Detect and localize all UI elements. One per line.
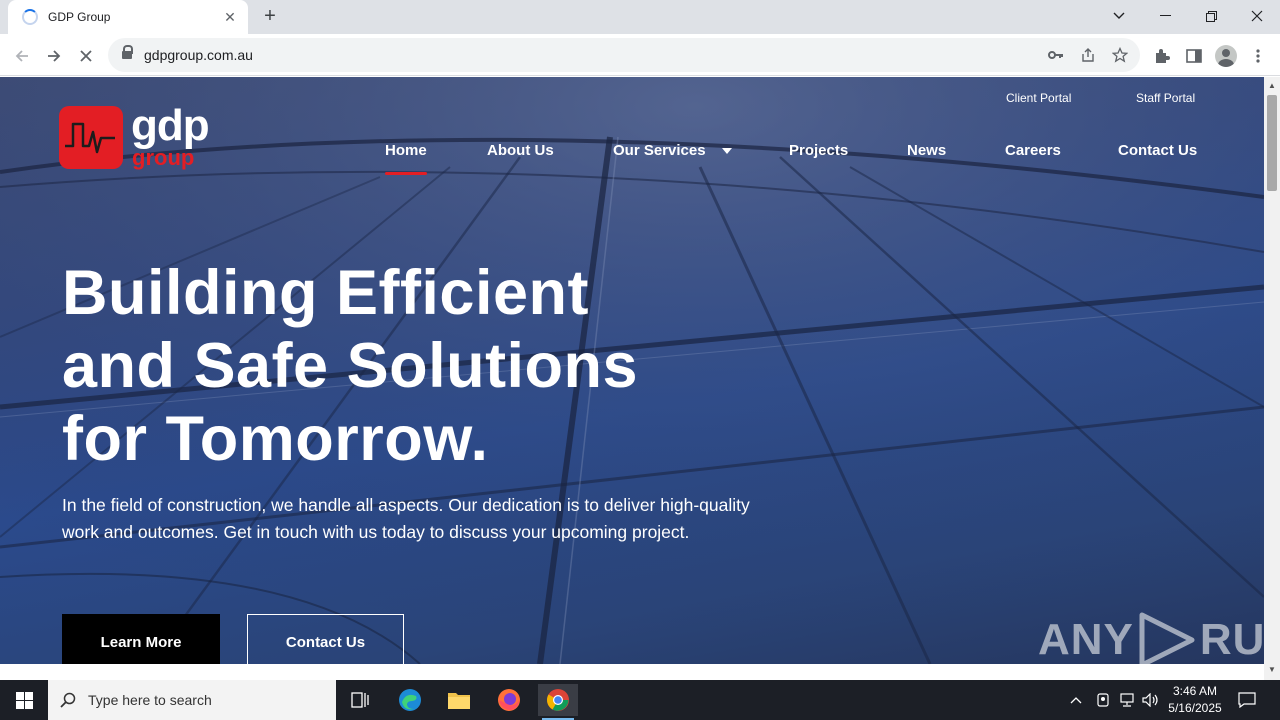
nav-item-label: Our Services — [613, 142, 706, 159]
chrome-icon — [547, 689, 569, 711]
learn-more-button[interactable]: Learn More — [62, 614, 220, 664]
logo-mark-icon — [59, 106, 123, 169]
scroll-down-arrow-icon[interactable]: ▼ — [1264, 663, 1280, 677]
firefox-taskbar-button[interactable] — [489, 684, 529, 716]
url-text[interactable]: gdpgroup.com.au — [144, 47, 253, 63]
clock-time: 3:46 AM — [1172, 684, 1218, 698]
extensions-puzzle-icon[interactable] — [1149, 43, 1175, 69]
hero-title: Building Efficient and Safe Solutions fo… — [62, 257, 762, 476]
browser-tab[interactable]: GDP Group ✕ — [8, 0, 248, 34]
file-explorer-taskbar-button[interactable] — [439, 684, 479, 716]
notification-center-button[interactable] — [1238, 680, 1256, 720]
play-triangle-icon — [1139, 612, 1195, 664]
browser-toolbar: gdpgroup.com.au — [0, 34, 1280, 76]
windows-logo-icon — [15, 691, 33, 709]
share-icon[interactable] — [1076, 43, 1100, 67]
side-panel-icon[interactable] — [1181, 43, 1207, 69]
meet-now-icon[interactable] — [1096, 680, 1110, 720]
nav-item-our-services[interactable]: Our Services — [613, 142, 732, 159]
taskbar-search-box[interactable]: Type here to search — [48, 680, 336, 720]
nav-item-label: Careers — [1005, 142, 1061, 159]
chrome-taskbar-button[interactable] — [538, 684, 578, 720]
avatar-icon — [1215, 45, 1237, 67]
task-view-icon — [351, 692, 369, 708]
scrollbar-thumb[interactable] — [1267, 95, 1277, 191]
anyrun-watermark: ANY RUN — [1038, 610, 1264, 664]
task-view-button[interactable] — [340, 684, 380, 716]
search-icon — [60, 692, 76, 708]
logo-subtext: group — [132, 145, 195, 170]
tab-close-icon[interactable]: ✕ — [222, 9, 238, 26]
nav-item-label: Projects — [789, 142, 849, 159]
hero-title-line: for Tomorrow. — [62, 404, 489, 474]
nav-item-contact-us[interactable]: Contact Us — [1118, 142, 1197, 159]
firefox-icon — [498, 689, 520, 711]
browser-menu-icon[interactable] — [1245, 43, 1271, 69]
chevron-up-icon — [1070, 697, 1082, 704]
logo-text: gdp — [131, 101, 210, 150]
folder-icon — [448, 693, 470, 709]
nav-item-news[interactable]: News — [907, 142, 946, 159]
browser-tab-strip: GDP Group ✕ + — [0, 0, 1280, 34]
watermark-left-text: ANY — [1038, 615, 1134, 664]
key-icon[interactable] — [1044, 43, 1068, 67]
hero-description: In the field of construction, we handle … — [62, 495, 750, 542]
nav-item-label: Contact Us — [1118, 142, 1198, 159]
gdp-group-logo[interactable]: gdp group — [59, 102, 219, 176]
show-hidden-icons-button[interactable] — [1070, 680, 1082, 720]
minimize-button[interactable] — [1142, 0, 1188, 32]
edge-taskbar-button[interactable] — [390, 684, 430, 716]
taskbar-clock[interactable]: 3:46 AM 5/16/2025 — [1160, 683, 1230, 717]
clock-date: 5/16/2025 — [1168, 701, 1222, 715]
stop-loading-button[interactable] — [73, 43, 99, 69]
close-window-button[interactable] — [1234, 0, 1280, 32]
tab-search-chevron-icon[interactable] — [1096, 0, 1142, 32]
windows-taskbar: Type here to search 3:46 AM 5/16/2025 — [0, 680, 1280, 720]
nav-item-projects[interactable]: Projects — [789, 142, 848, 159]
hero-title-line: Building Efficient — [62, 258, 589, 328]
page-scrollbar[interactable]: ▲ ▼ — [1264, 77, 1280, 680]
bookmark-star-icon[interactable] — [1108, 43, 1132, 67]
edge-icon — [399, 689, 421, 711]
start-button[interactable] — [0, 680, 48, 720]
search-placeholder: Type here to search — [88, 692, 212, 708]
restore-button[interactable] — [1188, 0, 1234, 32]
nav-item-label: News — [907, 142, 947, 159]
address-bar[interactable]: gdpgroup.com.au — [108, 38, 1140, 72]
web-page: gdp group Client Portal Staff Portal Hom… — [0, 77, 1264, 664]
hero-title-line: and Safe Solutions — [62, 331, 639, 401]
nav-item-label: About Us — [487, 142, 554, 159]
scroll-up-arrow-icon[interactable]: ▲ — [1264, 79, 1280, 93]
forward-button[interactable] — [41, 43, 67, 69]
volume-icon[interactable] — [1142, 680, 1160, 720]
nav-item-home[interactable]: Home — [385, 142, 427, 175]
client-portal-link[interactable]: Client Portal — [1006, 91, 1071, 105]
dropdown-caret-icon — [721, 148, 732, 155]
nav-item-label: Home — [385, 142, 427, 159]
new-tab-button[interactable]: + — [258, 5, 282, 29]
network-icon[interactable] — [1118, 680, 1136, 720]
lock-icon[interactable] — [122, 45, 133, 60]
watermark-right-text: RUN — [1199, 615, 1264, 664]
nav-item-careers[interactable]: Careers — [1005, 142, 1061, 159]
active-nav-indicator — [385, 172, 427, 175]
tab-title: GDP Group — [48, 10, 111, 24]
back-button[interactable] — [9, 43, 35, 69]
loading-spinner-icon — [22, 9, 38, 25]
contact-us-button[interactable]: Contact Us — [247, 614, 404, 664]
nav-item-about-us[interactable]: About Us — [487, 142, 554, 159]
profile-avatar[interactable] — [1213, 43, 1239, 69]
staff-portal-link[interactable]: Staff Portal — [1136, 91, 1195, 105]
notification-icon — [1238, 692, 1256, 708]
